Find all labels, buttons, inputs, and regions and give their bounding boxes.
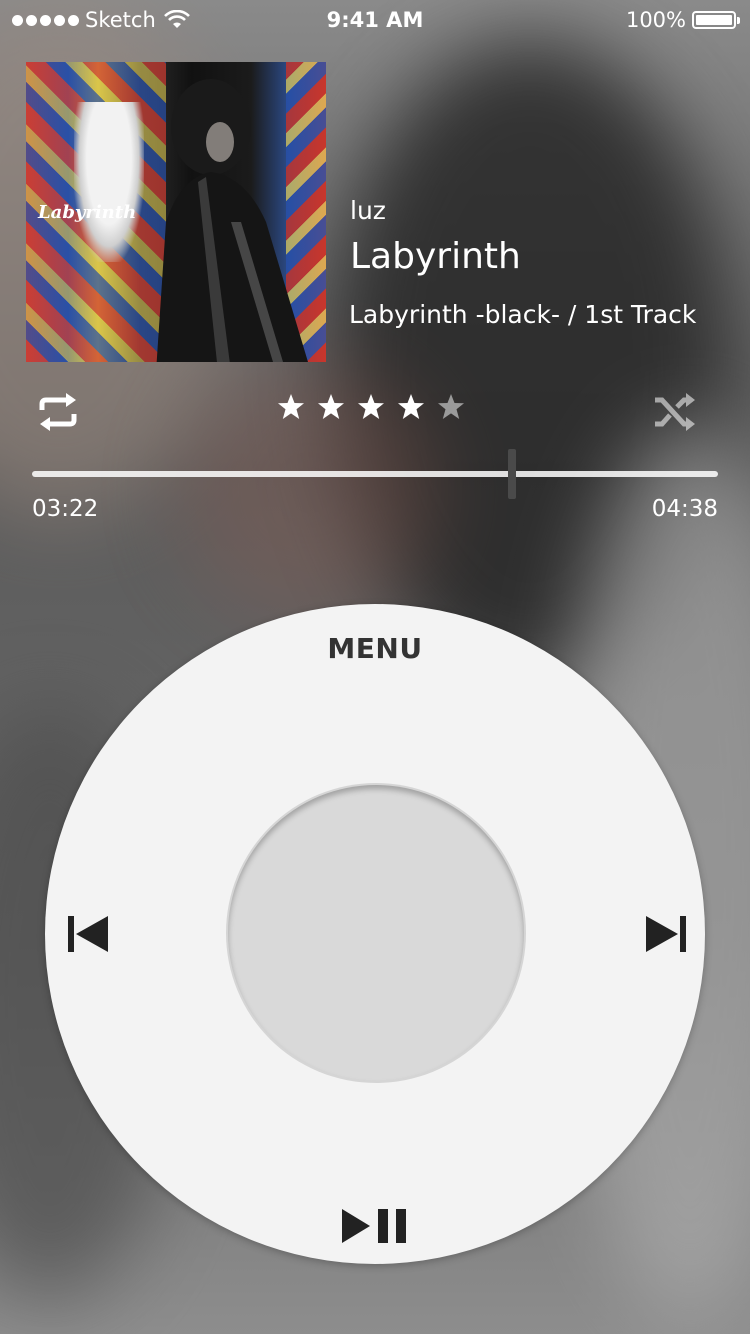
status-bar: Sketch 9:41 AM 100% (0, 0, 750, 40)
star-rating[interactable] (276, 392, 466, 422)
star-icon[interactable] (356, 392, 386, 422)
album-art-title: Labyrinth (38, 202, 137, 223)
song-title: Labyrinth (350, 236, 521, 277)
star-icon[interactable] (396, 392, 426, 422)
artist-name: luz (350, 196, 386, 225)
battery-percentage: 100% (625, 8, 686, 32)
center-select-button[interactable] (228, 785, 524, 1081)
star-icon[interactable] (276, 392, 306, 422)
star-icon[interactable] (436, 392, 466, 422)
star-icon[interactable] (316, 392, 346, 422)
previous-track-icon[interactable] (66, 914, 110, 954)
progress-scrubber[interactable] (508, 449, 517, 499)
battery-icon (692, 11, 740, 29)
shuffle-icon[interactable] (652, 390, 696, 434)
menu-button[interactable]: MENU (0, 632, 750, 665)
repeat-icon[interactable] (36, 392, 80, 432)
total-time: 04:38 (651, 496, 718, 522)
album-artwork: Labyrinth (26, 62, 326, 362)
progress-track[interactable] (32, 471, 718, 477)
play-pause-icon[interactable] (340, 1207, 412, 1245)
elapsed-time: 03:22 (32, 496, 99, 522)
album-track-info: Labyrinth -black- / 1st Track (349, 300, 697, 329)
next-track-icon[interactable] (644, 914, 688, 954)
